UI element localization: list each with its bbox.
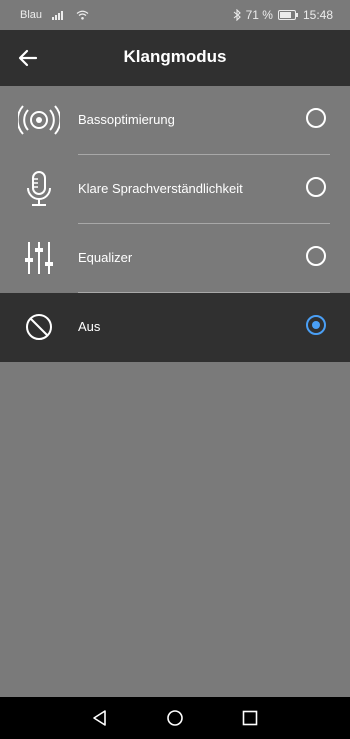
radio-button-selected[interactable] — [306, 315, 326, 335]
option-aus[interactable]: Aus — [0, 293, 350, 362]
option-klare-sprachverstaendlichkeit[interactable]: Klare Sprachverständlichkeit — [0, 155, 350, 224]
radio-button[interactable] — [306, 108, 326, 128]
microphone-icon — [27, 171, 51, 206]
sound-mode-list: Bassoptimierung Klare Sprachverständlich… — [0, 86, 350, 362]
option-label: Klare Sprachverständlichkeit — [78, 181, 243, 196]
radio-button[interactable] — [306, 246, 326, 266]
back-triangle-icon[interactable] — [90, 708, 110, 728]
bluetooth-icon — [233, 9, 241, 21]
app-bar: Klangmodus — [0, 30, 350, 86]
clock: 15:48 — [302, 8, 333, 22]
option-label: Aus — [78, 319, 101, 334]
navigation-bar — [0, 697, 350, 739]
recents-square-icon[interactable] — [240, 708, 260, 728]
option-label: Equalizer — [78, 250, 133, 265]
option-equalizer[interactable]: Equalizer — [0, 224, 350, 293]
carrier-label: Blau — [20, 9, 43, 21]
battery-icon — [277, 10, 298, 20]
option-bassoptimierung[interactable]: Bassoptimierung — [0, 86, 350, 155]
status-bar: Blau 71 % 15:48 — [0, 0, 350, 30]
sliders-icon — [25, 242, 53, 274]
battery-percent: 71 % — [245, 8, 273, 22]
off-circle-icon — [26, 314, 52, 340]
option-label: Bassoptimierung — [78, 112, 175, 127]
wifi-icon — [76, 10, 89, 20]
page-title: Klangmodus — [123, 47, 227, 66]
home-circle-icon[interactable] — [165, 708, 185, 728]
speaker-waves-icon — [18, 105, 60, 135]
radio-button[interactable] — [306, 177, 326, 197]
signal-icon — [52, 11, 64, 20]
